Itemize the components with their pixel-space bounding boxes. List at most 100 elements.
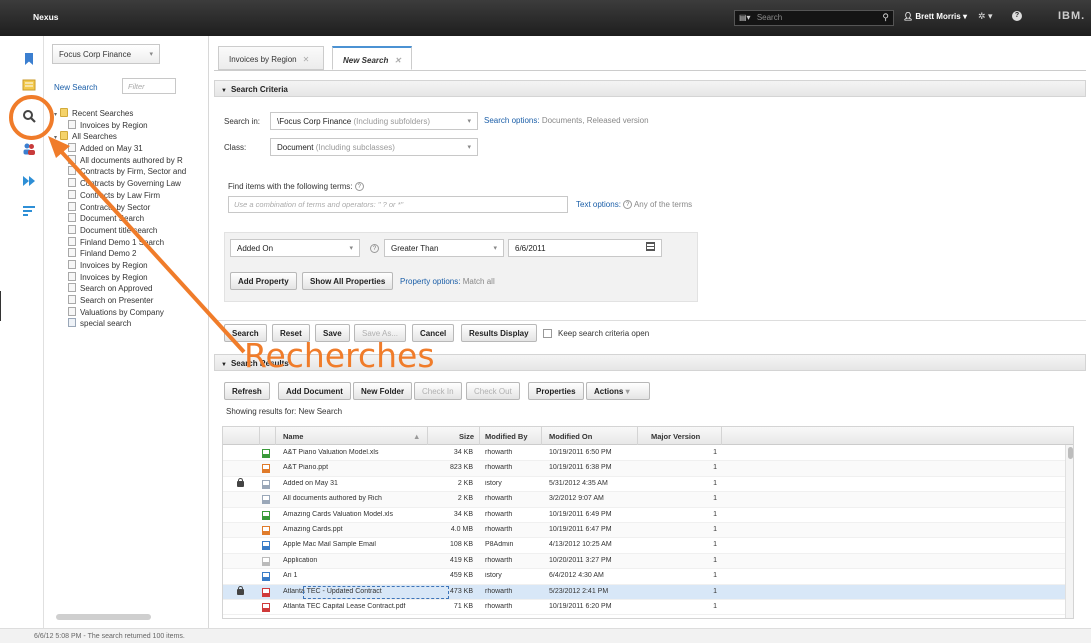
add-property-button[interactable]: Add Property — [230, 272, 297, 290]
search-navigation-pane: Focus Corp Finance ▾ New Search Filter ▾… — [44, 36, 209, 628]
keep-criteria-checkbox[interactable] — [543, 329, 552, 338]
search-options: Search options: Documents, Released vers… — [484, 116, 649, 125]
gear-icon[interactable]: ✲ ▾ — [978, 11, 993, 22]
tree-item[interactable]: Invoices by Region — [54, 119, 209, 132]
cell-name: A&T Piano.ppt — [283, 464, 329, 472]
sort-icon[interactable] — [22, 204, 36, 218]
sort-ascending-icon[interactable]: ▲ — [413, 432, 420, 441]
global-search-input[interactable]: ▤▾ Search ⚲ — [734, 10, 894, 26]
property-value-input[interactable]: 6/6/2011 — [508, 239, 662, 257]
tree-item[interactable]: Valuations by Company — [54, 306, 209, 319]
ibm-logo: IBM. — [1058, 10, 1086, 22]
show-all-properties-button[interactable]: Show All Properties — [302, 272, 394, 290]
column-header-name[interactable]: Name — [283, 432, 303, 441]
tree-item[interactable]: Contracts by Law Firm — [54, 189, 209, 202]
table-row[interactable]: Apple Mac Mail Sample Email 108 KB P8Admin… — [223, 538, 1065, 554]
column-header-modified-on[interactable]: Modified On — [549, 432, 592, 441]
tree-item[interactable]: Added on May 31 — [54, 143, 209, 155]
user-menu[interactable]: 👤︎ Brett Morris ▾ — [903, 12, 967, 21]
bookmark-icon[interactable] — [22, 52, 36, 66]
tree-item[interactable]: Document title search — [54, 224, 209, 237]
new-folder-button[interactable]: New Folder — [353, 382, 413, 400]
property-options-link[interactable]: Property options: — [400, 277, 460, 286]
cell-modified-on: 10/19/2011 6:49 PM — [549, 510, 612, 518]
check-in-button[interactable]: Check In — [414, 382, 462, 400]
property-name-select[interactable]: Added On ▾ — [230, 239, 360, 257]
repository-select[interactable]: Focus Corp Finance ▾ — [52, 44, 160, 64]
table-row[interactable]: Atlanta TEC - Updated Contract 473 KB rhow… — [223, 584, 1065, 600]
terms-input[interactable]: Use a combination of terms and operators… — [228, 196, 568, 213]
cell-size: 823 KB — [450, 464, 473, 472]
class-select[interactable]: Document (Including subclasses) ▾ — [270, 138, 478, 156]
table-row[interactable]: Added on May 31 2 KB istory 5/31/2012 4:35 … — [223, 477, 1065, 493]
tree-item[interactable]: Contracts by Firm, Sector and — [54, 166, 209, 178]
tree-item[interactable]: Invoices by Region — [54, 271, 209, 284]
refresh-button[interactable]: Refresh — [224, 382, 270, 400]
properties-button[interactable]: Properties — [528, 382, 584, 400]
cell-size: 108 KB — [450, 541, 473, 549]
table-row[interactable]: Application 419 KB rhowarth 10/20/2011 3:27… — [223, 553, 1065, 570]
teamspaces-icon[interactable] — [22, 142, 36, 156]
search-in-select[interactable]: \Focus Corp Finance (Including subfolder… — [270, 112, 478, 130]
help-icon[interactable]: ? — [354, 182, 364, 192]
table-row[interactable]: A&T Piano Valuation Model.xls 34 KB rhowar… — [223, 446, 1065, 462]
column-header-size[interactable]: Size — [459, 432, 474, 441]
tab-new-search[interactable]: New Search ✕ — [332, 46, 412, 70]
results-display-button[interactable]: Results Display — [461, 324, 537, 342]
tree-item-label: Recent Searches — [72, 109, 134, 118]
search-in-value: \Focus Corp Finance — [277, 117, 352, 126]
filter-input[interactable]: Filter — [122, 78, 176, 94]
table-row[interactable]: Ari 1 459 KB istory 6/4/2012 4:30 AM 1 — [223, 569, 1065, 585]
add-document-button[interactable]: Add Document — [278, 382, 351, 400]
cell-major-version: 1 — [713, 541, 717, 549]
check-out-button[interactable]: Check Out — [466, 382, 520, 400]
tree-item[interactable]: Search on Presenter — [54, 295, 209, 307]
cell-modified-on: 6/4/2012 4:30 AM — [549, 572, 604, 580]
browse-icon[interactable] — [22, 78, 36, 92]
cell-modified-on: 10/20/2011 3:27 PM — [549, 556, 612, 564]
repository-select-value: Focus Corp Finance — [59, 50, 132, 59]
help-icon[interactable]: ? — [623, 200, 633, 210]
tree-item[interactable]: Invoices by Region — [54, 259, 209, 272]
operator-select[interactable]: Greater Than ▾ — [384, 239, 504, 257]
tree-item[interactable]: Document Search — [54, 213, 209, 225]
divider — [214, 320, 1086, 321]
tree-item[interactable]: Contracts by Sector — [54, 201, 209, 214]
tree-item-label: Contracts by Sector — [80, 202, 151, 212]
tree-item[interactable]: Search on Approved — [54, 283, 209, 295]
tree-item[interactable]: ▾ All Searches — [54, 131, 209, 143]
help-icon[interactable]: ? — [1012, 11, 1022, 21]
column-header-major-version[interactable]: Major Version — [651, 432, 700, 441]
search-icon[interactable]: ⚲ — [882, 12, 889, 23]
column-header-modified-by[interactable]: Modified By — [485, 432, 528, 441]
tree-item[interactable]: All documents authored by R — [54, 154, 209, 167]
new-search-link[interactable]: New Search — [54, 83, 98, 92]
search-options-link[interactable]: Search options: — [484, 116, 540, 125]
tree-item[interactable]: special search — [54, 318, 209, 330]
actions-menu-button[interactable]: Actions ▾ — [586, 382, 650, 400]
calendar-icon[interactable] — [646, 242, 655, 251]
text-options-link[interactable]: Text options: — [576, 200, 621, 209]
table-row[interactable]: Amazing Cards Valuation Model.xls 34 KB rh… — [223, 508, 1065, 523]
table-row[interactable]: Amazing Cards.ppt 4.0 MB rhowarth 10/19/201… — [223, 523, 1065, 539]
tree-item[interactable]: Finland Demo 2 — [54, 248, 209, 260]
tree-item[interactable]: Contracts by Governing Law — [54, 178, 209, 190]
tree-item[interactable]: ▾ Recent Searches — [54, 108, 209, 120]
scrollbar-thumb[interactable] — [1068, 447, 1073, 459]
horizontal-scrollbar[interactable] — [56, 614, 151, 620]
search-criteria-header[interactable]: ▼ Search Criteria — [214, 80, 1086, 97]
tree-item[interactable]: Finland Demo 1 Search — [54, 236, 209, 249]
table-row[interactable]: A&T Piano.ppt 823 KB rhowarth 10/19/2011 6:… — [223, 461, 1065, 477]
table-row[interactable]: Atlanta TEC Capital Lease Contract.pdf 71… — [223, 600, 1065, 616]
tab-invoices-by-region[interactable]: Invoices by Region ✕ — [218, 46, 324, 70]
folder-dropdown-icon[interactable]: ▤▾ — [739, 13, 751, 22]
close-icon[interactable]: ✕ — [303, 55, 310, 64]
table-row[interactable]: All documents authored by Rich 2 KB rhowar… — [223, 492, 1065, 508]
close-icon[interactable]: ✕ — [394, 56, 401, 65]
help-icon[interactable]: ? — [370, 244, 379, 253]
vertical-scrollbar[interactable] — [1065, 445, 1073, 618]
document-icon — [68, 283, 76, 293]
chevron-down-icon: ▾ — [625, 387, 630, 396]
work-icon[interactable] — [22, 174, 36, 188]
cell-modified-on: 10/19/2011 6:47 PM — [549, 526, 612, 533]
